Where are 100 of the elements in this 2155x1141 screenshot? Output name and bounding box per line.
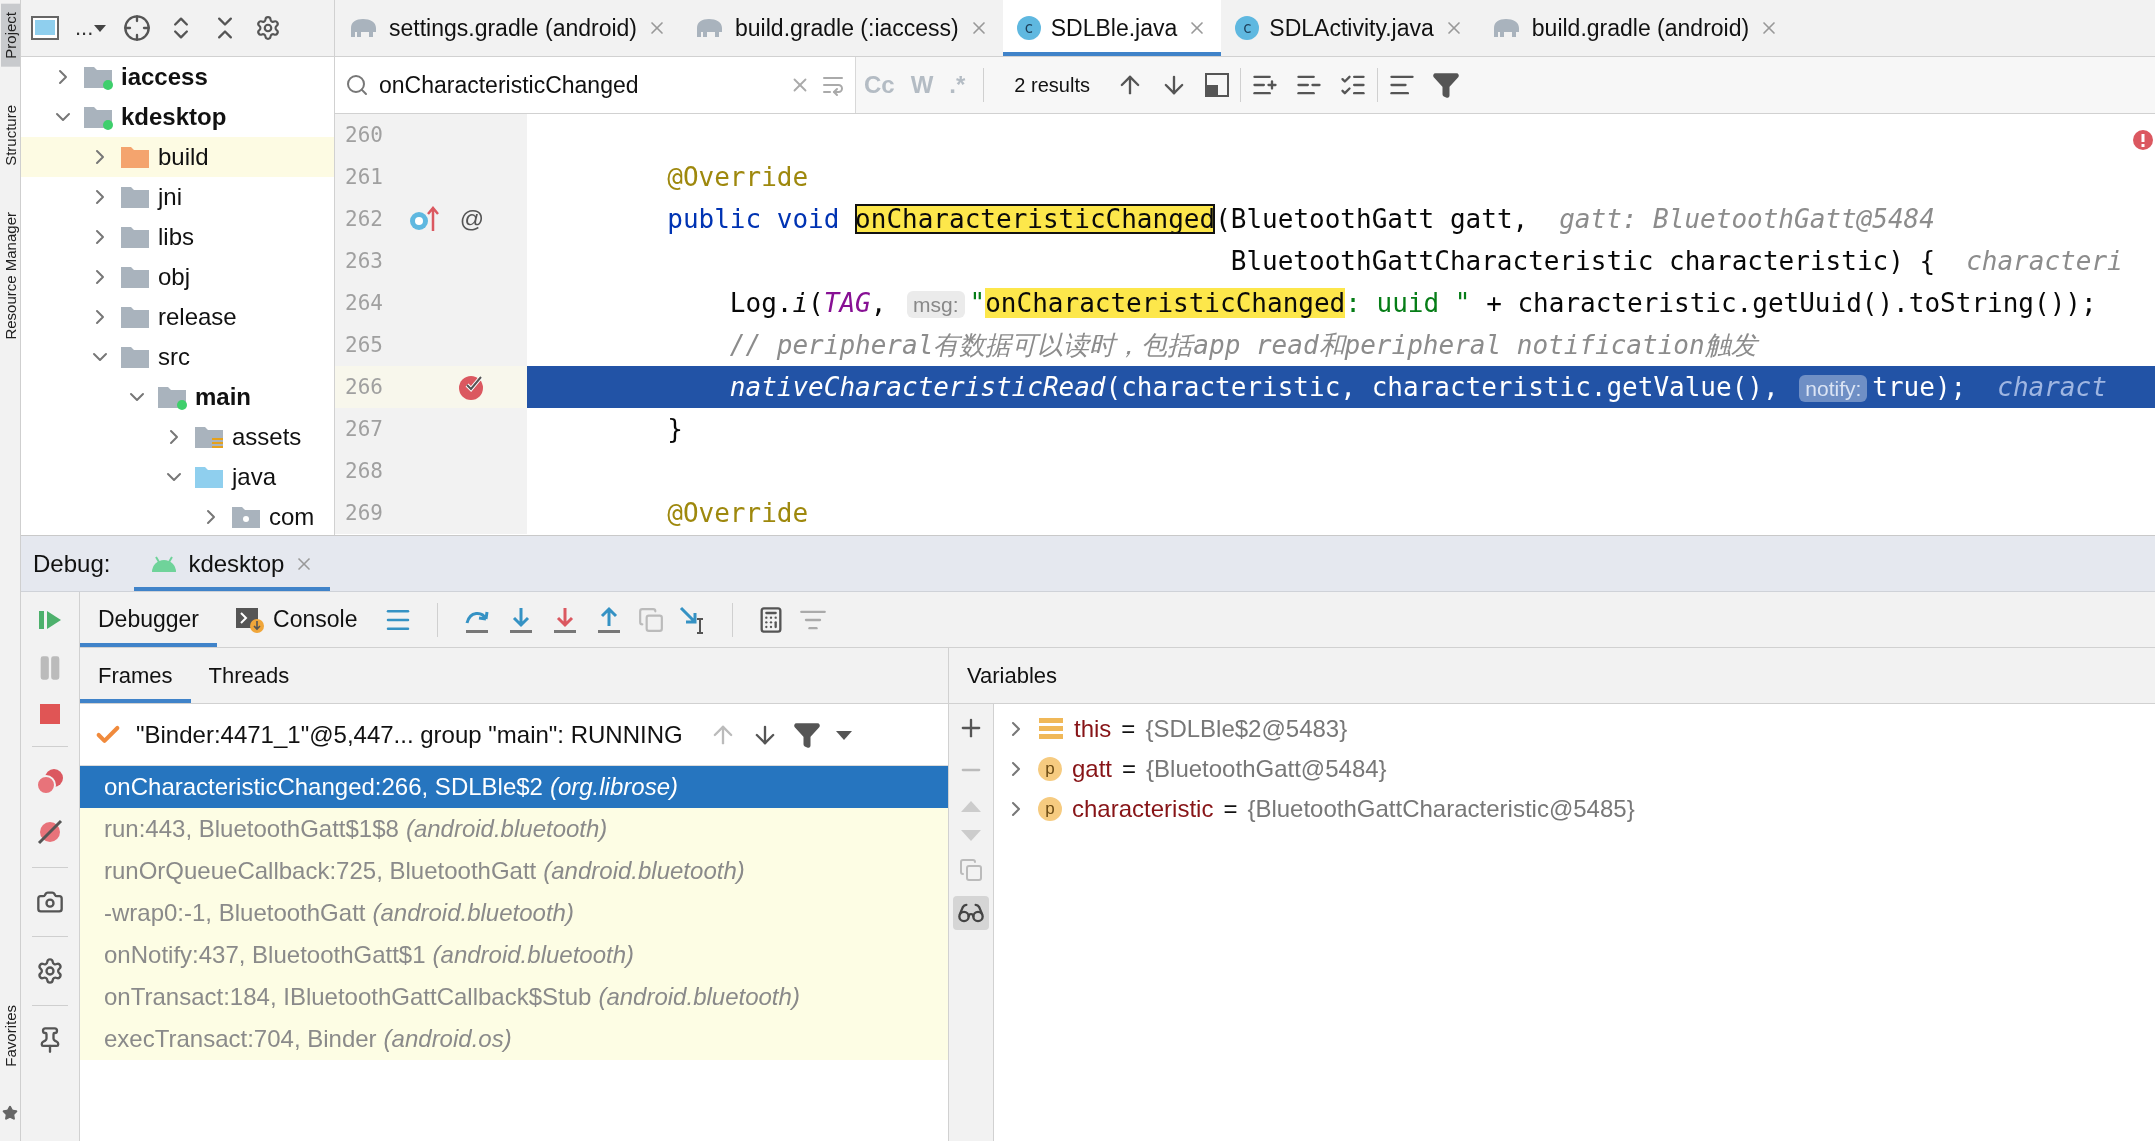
panel-tab[interactable]: Frames (80, 648, 191, 703)
tree-item[interactable]: main (21, 377, 334, 417)
folder-icon (120, 264, 150, 290)
tree-item[interactable]: assets (21, 417, 334, 457)
star-icon[interactable] (2, 1105, 18, 1121)
equals-sign: = (1122, 755, 1137, 783)
line-number: 265 (344, 333, 384, 357)
tool-window-tab[interactable]: Structure (0, 96, 20, 174)
line-number: 267 (344, 417, 384, 441)
folder-icon (194, 424, 224, 450)
field-icon (1038, 717, 1064, 741)
editor-tab[interactable]: c SDLBle.java (1002, 0, 1222, 56)
tab-title: settings.gradle (android) (389, 14, 638, 42)
search-field[interactable]: onCharacteristicChanged (335, 57, 856, 113)
line-number: 262 (344, 207, 384, 231)
window-icon[interactable] (1203, 72, 1230, 98)
tree-item[interactable]: java (21, 457, 334, 497)
package-icon (231, 504, 261, 530)
filter-icon[interactable] (792, 720, 821, 749)
code-line: @Override (666, 498, 809, 528)
variable-row[interactable]: this = {SDLBle$2@5483} (994, 709, 2155, 749)
editor-tab[interactable]: build.gradle (:iaccess) (681, 0, 1003, 56)
thread-selector[interactable]: "Binder:4471_1"@5,447... group "main": RUNNING (136, 720, 683, 749)
editor-tab[interactable]: settings.gradle (android) (335, 0, 682, 56)
parameter-icon: p (1038, 757, 1062, 781)
variable-value: {BluetoothGatt@5484} (1146, 755, 1387, 783)
results-count: 2 results (1013, 73, 1091, 97)
tab-title: SDLActivity.java (1269, 14, 1434, 42)
tree-item[interactable]: iaccess (21, 57, 334, 97)
module-folder-icon (83, 104, 113, 130)
glasses-icon[interactable] (953, 896, 989, 930)
code-line: BluetoothGattCharacteristic characteristic) { characteri (1229, 246, 2123, 276)
folder-icon (120, 344, 150, 370)
equals-sign: = (1121, 715, 1136, 743)
line-number: 260 (344, 123, 384, 147)
view-dropdown[interactable]: ... (75, 15, 108, 41)
tool-window-tab[interactable]: Resource Manager (0, 203, 20, 348)
search-icon[interactable] (345, 73, 369, 97)
folder-icon (120, 144, 150, 170)
tree-item[interactable]: com (21, 497, 334, 535)
tree-item[interactable]: libs (21, 217, 334, 257)
folder-icon (120, 184, 150, 210)
tree-item[interactable]: build (21, 137, 334, 177)
override-icon[interactable] (409, 205, 439, 233)
class-icon: c (1235, 16, 1260, 40)
tool-window-tab[interactable]: Favorites (0, 997, 20, 1075)
folder-icon (120, 224, 150, 250)
debugger-tab[interactable]: Console (217, 592, 376, 647)
editor-tab[interactable]: build.gradle (android) (1477, 0, 1794, 56)
settings-icon[interactable] (36, 957, 64, 985)
stack-frame[interactable]: onCharacteristicChanged:266, SDLBle$2 (org.librose) (80, 766, 948, 808)
class-icon: c (1016, 16, 1041, 40)
mute-breakpoints-icon[interactable] (35, 817, 65, 847)
session-tab[interactable]: kdesktop (134, 536, 331, 591)
code-line: nativeCharacteristicRead(characteristic, characteristic.getValue(), notify: true); charact (728, 372, 2107, 402)
equals-sign: = (1223, 795, 1238, 823)
tree-item[interactable]: kdesktop (21, 97, 334, 137)
tab-title: build.gradle (android) (1531, 14, 1750, 42)
line-number: 261 (344, 165, 384, 189)
debugger-tab[interactable]: Debugger (80, 592, 218, 647)
filter-icon[interactable] (1431, 71, 1460, 99)
tree-item[interactable]: obj (21, 257, 334, 297)
locate-icon[interactable] (123, 14, 152, 42)
annotation-mark: @ (459, 205, 485, 233)
tree-item[interactable]: jni (21, 177, 334, 217)
error-icon[interactable] (2133, 130, 2153, 150)
caret-icon[interactable] (93, 23, 108, 33)
tab-title: SDLBle.java (1050, 14, 1178, 42)
variable-row[interactable]: p characteristic = {BluetoothGattCharacteristic@5485} (994, 789, 2155, 829)
line-number: 264 (344, 291, 384, 315)
console-icon (235, 605, 266, 634)
tool-window-tab[interactable]: Project (0, 4, 20, 67)
code-line: public void onCharacteristicChanged(BluetoothGatt gatt, gatt: BluetoothGatt@5484 (666, 204, 1935, 234)
parameter-icon: p (1038, 797, 1062, 821)
variable-name: this (1074, 715, 1112, 743)
elephant-icon (349, 17, 379, 39)
window-icon[interactable] (31, 16, 59, 40)
folder-icon (157, 384, 187, 410)
elephant-icon (1491, 17, 1522, 39)
variable-value: {BluetoothGattCharacteristic@5485} (1247, 795, 1635, 823)
folder-icon (120, 304, 150, 330)
editor-tab[interactable]: c SDLActivity.java (1221, 0, 1478, 56)
tree-item[interactable]: src (21, 337, 334, 377)
tab-title: build.gradle (:iaccess) (735, 14, 959, 42)
panel-tab[interactable]: Threads (190, 648, 308, 703)
code-line: } (666, 414, 683, 444)
line-number: 263 (344, 249, 384, 273)
module-folder-icon (83, 64, 113, 90)
tree-item[interactable]: release (21, 297, 334, 337)
stop-icon[interactable] (38, 702, 62, 726)
line-number: 268 (344, 459, 384, 483)
variable-value: {SDLBle$2@5483} (1145, 715, 1348, 743)
line-number: 266 (344, 375, 384, 399)
caret-icon[interactable] (834, 728, 853, 741)
panel-title: Debug: (33, 549, 111, 578)
code-line: @Override (666, 162, 809, 192)
breakpoint-icon[interactable] (458, 373, 486, 401)
settings-icon[interactable] (255, 15, 282, 41)
variable-name: gatt (1072, 755, 1113, 783)
variable-row[interactable]: p gatt = {BluetoothGatt@5484} (994, 749, 2155, 789)
